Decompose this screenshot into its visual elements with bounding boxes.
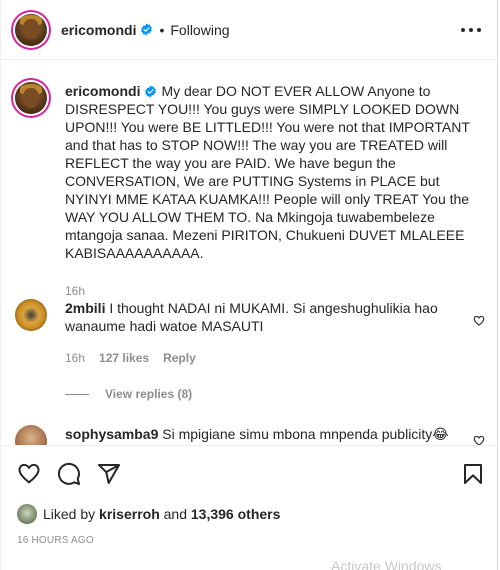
following-button[interactable]: Following (170, 22, 229, 38)
comments-section[interactable]: ericomondi My dear DO NOT EVER ALLOW Any… (1, 60, 499, 445)
commenter-username[interactable]: sophysamba9 (65, 426, 158, 442)
comment-time[interactable]: 16h (65, 351, 85, 365)
caption-text-block: ericomondi My dear DO NOT EVER ALLOW Any… (65, 82, 485, 262)
activate-windows-watermark: Activate Windows (331, 558, 442, 570)
post-timestamp[interactable]: 16 HOURS AGO (17, 535, 94, 546)
author-avatar[interactable] (15, 13, 47, 46)
comment-likes[interactable]: 127 likes (99, 351, 149, 365)
replies-divider (65, 393, 89, 395)
bookmark-icon[interactable] (461, 462, 485, 486)
comment-like-heart-icon[interactable] (473, 435, 485, 445)
view-replies-label: View replies (8) (105, 387, 193, 401)
header-separator: • (159, 21, 165, 38)
comment-body: I thought NADAI ni MUKAMI. Si angeshughu… (65, 300, 438, 334)
comment-icon[interactable] (57, 462, 81, 486)
post-actions: Liked by kriserroh and 13,396 others 16 … (1, 445, 499, 570)
comment-text-block: sophysamba9 Si mpigiane simu mbona mnpen… (65, 425, 485, 443)
comment-item: sophysamba9 Si mpigiane simu mbona mnpen… (15, 425, 485, 445)
view-replies-button[interactable]: View replies (8) (65, 387, 192, 401)
more-options-icon[interactable] (461, 20, 481, 40)
author-username[interactable]: ericomondi (61, 22, 136, 38)
liked-by-conjunction: and (163, 506, 187, 522)
caption-body: My dear DO NOT EVER ALLOW Anyone to DISR… (65, 83, 470, 261)
instagram-post: ericomondi • Following ericomondi My dea… (0, 0, 499, 570)
liker-avatar[interactable] (17, 504, 37, 524)
liked-by-others[interactable]: 13,396 others (191, 506, 281, 522)
comment-like-heart-icon[interactable] (473, 315, 485, 327)
verified-badge-icon (145, 85, 157, 98)
comment-item: 2mbili I thought NADAI ni MUKAMI. Si ang… (15, 299, 485, 365)
caption-avatar[interactable] (15, 82, 47, 114)
reply-button[interactable]: Reply (163, 351, 196, 365)
caption-username[interactable]: ericomondi (65, 83, 140, 99)
comment-body: Si mpigiane simu mbona mnpenda publicity… (162, 426, 449, 442)
comment-text-block: 2mbili I thought NADAI ni MUKAMI. Si ang… (65, 299, 485, 335)
heart-icon[interactable] (17, 462, 41, 486)
commenter-avatar[interactable] (15, 425, 47, 445)
verified-badge-icon (141, 23, 153, 36)
comment-meta: 16h 127 likes Reply (65, 351, 485, 365)
post-header: ericomondi • Following (1, 0, 499, 60)
send-icon[interactable] (97, 462, 121, 486)
post-caption: ericomondi My dear DO NOT EVER ALLOW Any… (15, 82, 485, 298)
liked-by-user[interactable]: kriserroh (99, 506, 160, 522)
liked-by-prefix: Liked by (43, 506, 96, 522)
caption-timestamp[interactable]: 16h (65, 284, 485, 298)
liked-by-summary: Liked by kriserroh and 13,396 others (17, 504, 280, 524)
commenter-avatar[interactable] (15, 299, 47, 331)
commenter-username[interactable]: 2mbili (65, 300, 105, 316)
